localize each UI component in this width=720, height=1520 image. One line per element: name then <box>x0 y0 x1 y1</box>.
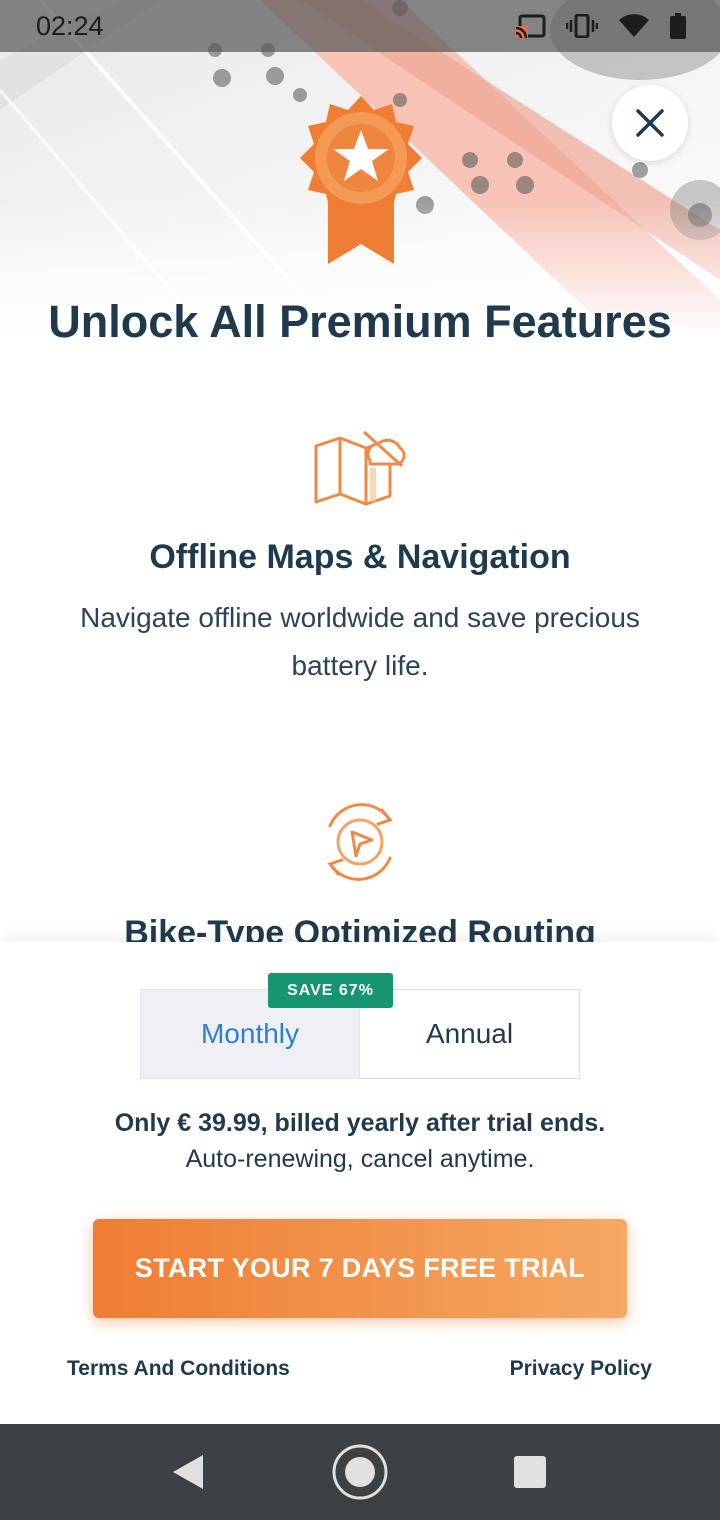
price-text: Only € 39.99, billed yearly after trial … <box>114 1109 606 1137</box>
start-trial-label: START YOUR 7 DAYS FREE TRIAL <box>134 1253 586 1283</box>
subscription-sheet: Monthly Annual SAVE 67% Only € 39.99, bi… <box>0 942 720 1424</box>
home-button[interactable] <box>330 1442 390 1502</box>
routing-cycle-icon <box>327 803 393 881</box>
battery-icon <box>670 13 686 39</box>
status-icons <box>516 13 686 39</box>
back-button[interactable] <box>160 1448 216 1496</box>
vibrate-icon <box>566 14 598 38</box>
page-title: Unlock All Premium Features <box>48 296 672 347</box>
feature-description: Navigate offline worldwide and save prec… <box>80 602 640 681</box>
offline-map-icon <box>314 430 406 506</box>
close-icon <box>636 109 664 137</box>
feature-title: Offline Maps & Navigation <box>149 538 571 576</box>
home-icon <box>332 1444 388 1500</box>
plan-annual-label: Annual <box>425 1018 514 1049</box>
renewal-text: Auto-renewing, cancel anytime. <box>185 1145 535 1173</box>
cast-icon <box>516 14 546 38</box>
status-bar: 02:24 <box>0 0 720 52</box>
star-award-icon <box>300 96 422 264</box>
save-badge: SAVE 67% <box>268 973 393 1008</box>
terms-link[interactable]: Terms And Conditions <box>67 1357 290 1381</box>
wifi-icon <box>619 14 649 38</box>
back-icon <box>173 1455 203 1489</box>
recents-button[interactable] <box>500 1448 560 1496</box>
start-trial-button[interactable]: START YOUR 7 DAYS FREE TRIAL <box>93 1219 627 1318</box>
plan-monthly-label: Monthly <box>200 1018 300 1049</box>
system-nav-bar <box>0 1424 720 1520</box>
plan-annual[interactable]: Annual <box>360 989 580 1079</box>
status-time: 02:24 <box>36 10 104 41</box>
privacy-link[interactable]: Privacy Policy <box>510 1357 652 1381</box>
close-button[interactable] <box>612 85 688 161</box>
recents-icon <box>514 1456 546 1488</box>
